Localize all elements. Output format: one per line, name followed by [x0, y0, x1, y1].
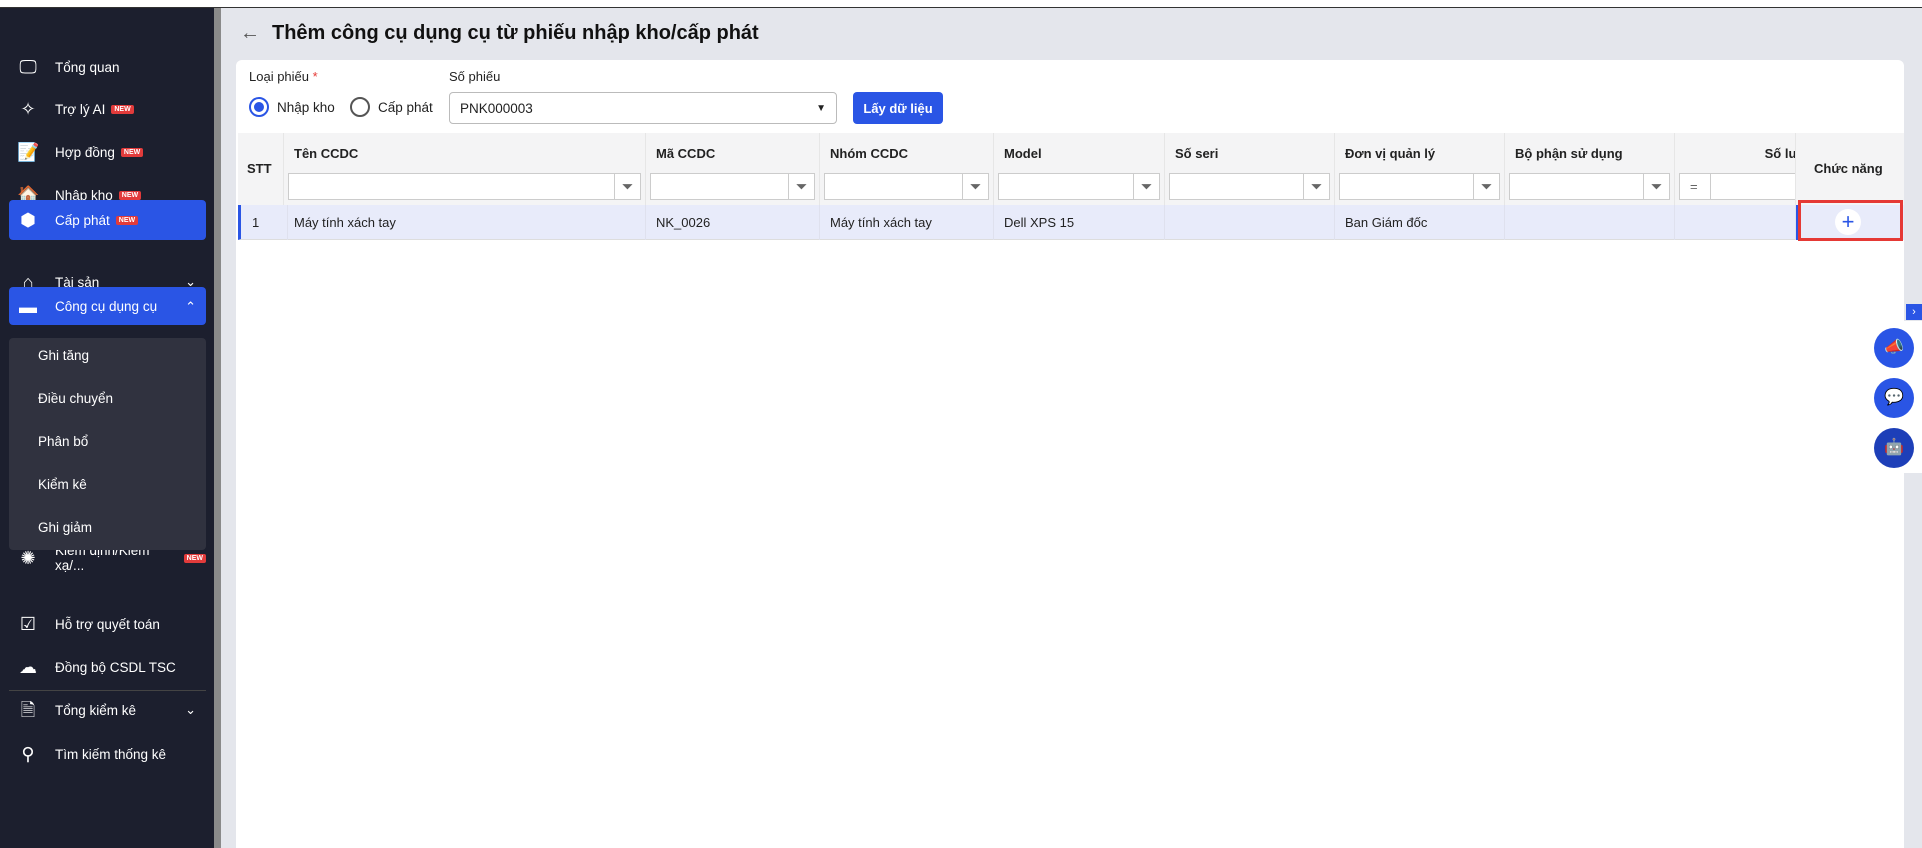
cloud-upload-icon: ☁ [19, 657, 37, 677]
table-cell [1505, 205, 1675, 240]
column-header: Đơn vị quản lý ⏷ [1335, 133, 1505, 205]
file-check-icon: 🗎 [20, 700, 36, 720]
sidebar-item-11[interactable]: ☑ Hỗ trợ quyết toán [9, 604, 206, 644]
inspection-icon: ✺ [20, 548, 36, 568]
filter-input[interactable]: ⏷ [288, 173, 641, 200]
radio-nhap-kho[interactable]: Nhập kho [249, 97, 335, 117]
filter-input[interactable]: ⏷ [650, 173, 815, 200]
robot-assistant-icon[interactable]: 🤖 [1874, 428, 1914, 468]
sidebar-item-3[interactable]: 📝 Hợp đồng NEW [9, 132, 206, 172]
filter-input[interactable]: ⏷ [1339, 173, 1500, 200]
expand-chevron-icon[interactable]: › [1906, 304, 1922, 320]
filter-input[interactable]: ⏷ [1169, 173, 1330, 200]
filter-input[interactable]: ⏷ [998, 173, 1160, 200]
sidebar-item-label: Hợp đồng [55, 144, 115, 160]
search-icon: ⚲ [21, 744, 35, 764]
new-badge: NEW [120, 147, 144, 157]
sidebar-item-2[interactable]: ✧ Trợ lý AI NEW [9, 89, 206, 129]
announcement-icon[interactable]: 📣 [1874, 328, 1914, 368]
submenu-item[interactable]: Kiểm kê [38, 477, 87, 492]
sidebar-item-label: Tổng quan [55, 59, 120, 75]
submenu-item[interactable]: Phân bổ [38, 434, 88, 449]
sidebar-item-12[interactable]: ☁ Đồng bộ CSDL TSC [9, 647, 206, 687]
chevron-up-icon: ⌃ [185, 299, 196, 314]
sidebar-item-13[interactable]: 🗎 Tổng kiểm kê ⌄ [9, 690, 206, 730]
filter-icon[interactable]: ⏷ [788, 174, 814, 199]
radio-checked-icon [249, 97, 269, 117]
top-strip [0, 0, 1922, 8]
new-badge: NEW [183, 553, 206, 563]
new-badge: NEW [111, 104, 134, 114]
divider [9, 690, 206, 691]
table-cell [1165, 205, 1335, 240]
contract-icon: 📝 [17, 142, 40, 162]
filter-input[interactable]: ⏷ [1509, 173, 1670, 200]
column-header: Bộ phận sử dụng ⏷ [1505, 133, 1675, 205]
column-header: Chức năng [1796, 133, 1904, 205]
sidebar: 🖵 Tổng quan ✧ Trợ lý AI NEW 📝 Hợp đồng NEW 🏠 Nhập… [0, 8, 214, 848]
sidebar-item-label: Trợ lý AI [55, 101, 106, 117]
sidebar-scrollbar[interactable] [214, 8, 221, 848]
submenu-item[interactable]: Điều chuyển [38, 391, 113, 406]
table-cell: Ban Giám đốc [1335, 205, 1505, 240]
page-header: ← Thêm công cụ dụng cụ từ phiếu nhập kho… [240, 22, 759, 45]
radio-label: Nhập kho [277, 99, 335, 115]
column-header: Mã CCDC ⏷ [646, 133, 820, 205]
filter-icon[interactable]: ⏷ [1303, 174, 1329, 199]
column-header: Model ⏷ [994, 133, 1165, 205]
paint-roller-icon: ▬ [19, 297, 37, 317]
filter-icon[interactable]: ⏷ [1643, 174, 1669, 199]
table-cell: NK_0026 [646, 205, 820, 240]
back-arrow-icon[interactable]: ← [240, 22, 260, 45]
number-label: Số phiếu [449, 69, 501, 84]
add-icon[interactable]: + [1835, 209, 1861, 235]
filter-input[interactable]: = [1679, 173, 1795, 200]
sidebar-item-14[interactable]: ⚲ Tìm kiếm thống kê [9, 734, 206, 774]
number-select[interactable]: PNK000003 ▼ [449, 92, 837, 124]
filter-icon[interactable]: ⏷ [614, 174, 640, 199]
chat-icon[interactable]: 💬 [1874, 378, 1914, 418]
column-header: Số lượng= [1675, 133, 1796, 205]
caret-down-icon: ▼ [816, 102, 826, 114]
table-cell: Dell XPS 15 [994, 205, 1165, 240]
column-header: Nhóm CCDC ⏷ [820, 133, 994, 205]
monitor-chart-icon: 🖵 [19, 57, 37, 77]
sparkle-icon: ✧ [20, 99, 36, 119]
type-label: Loại phiếu * [249, 69, 318, 84]
distribution-icon: ⬢ [20, 210, 36, 230]
column-header: Số seri ⏷ [1165, 133, 1335, 205]
column-header: STT [238, 133, 284, 205]
column-header: Tên CCDC ⏷ [284, 133, 646, 205]
sidebar-item-1[interactable]: 🖵 Tổng quan [9, 47, 206, 87]
page-title: Thêm công cụ dụng cụ từ phiếu nhập kho/c… [272, 22, 759, 44]
new-badge: NEW [118, 190, 142, 200]
table-cell [1675, 205, 1796, 240]
sidebar-item-label: Công cụ dụng cụ [55, 298, 158, 314]
filter-input[interactable]: ⏷ [824, 173, 989, 200]
checklist-icon: ☑ [19, 614, 37, 634]
new-badge: NEW [115, 215, 139, 225]
table-cell: 1 [242, 205, 288, 240]
radio-cap-phat[interactable]: Cấp phát [350, 97, 433, 117]
sidebar-item-label: Cấp phát [55, 212, 110, 228]
submenu-item[interactable]: Ghi giảm [38, 520, 92, 535]
fetch-data-button[interactable]: Lấy dữ liệu [853, 92, 943, 124]
sidebar-item-label: Tìm kiếm thống kê [55, 746, 167, 762]
filter-icon[interactable]: ⏷ [1133, 174, 1159, 199]
radio-unchecked-icon [350, 97, 370, 117]
filter-icon[interactable]: ⏷ [962, 174, 988, 199]
sidebar-item-7[interactable]: ▬ Công cụ dụng cụ ⌃ [9, 287, 206, 325]
sidebar-item-5[interactable]: ⬢ Cấp phát NEW [9, 200, 206, 240]
chevron-down-icon: ⌄ [185, 702, 196, 717]
table-cell: Máy tính xách tay [284, 205, 646, 240]
sidebar-item-label: Tổng kiểm kê [55, 702, 137, 718]
select-value: PNK000003 [460, 100, 533, 116]
sidebar-item-label: Hỗ trợ quyết toán [55, 616, 160, 632]
table-cell: Máy tính xách tay [820, 205, 994, 240]
radio-label: Cấp phát [378, 99, 433, 115]
submenu-item[interactable]: Ghi tăng [38, 348, 89, 363]
sidebar-item-label: Đồng bộ CSDL TSC [55, 659, 176, 675]
filter-icon[interactable]: ⏷ [1473, 174, 1499, 199]
